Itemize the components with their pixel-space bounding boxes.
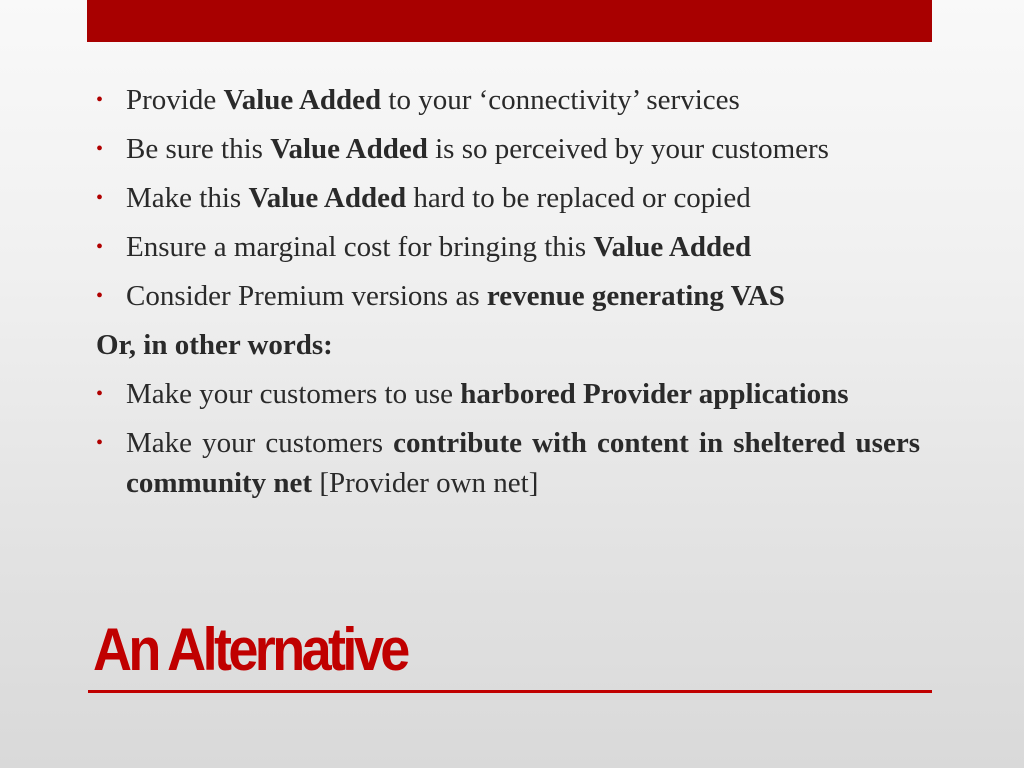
bullet-icon: •: [96, 383, 104, 405]
bold-text: Value Added: [223, 84, 382, 116]
text: Be sure this: [126, 133, 271, 165]
text: [Provider own net]: [312, 467, 539, 499]
bullet-item: • Be sure this Value Added is so perceive…: [96, 129, 920, 169]
bold-text: harbored Provider applications: [460, 378, 849, 410]
bullet-list-secondary: • Make your customers to use harbored Pro…: [96, 374, 920, 503]
bullet-icon: •: [96, 187, 104, 209]
text: Make this: [126, 182, 249, 214]
text: Make your customers: [126, 427, 394, 459]
bullet-icon: •: [96, 138, 104, 160]
subheading: Or, in other words:: [96, 329, 333, 361]
bullet-list-main: • Provide Value Added to your ‘connectivi…: [96, 80, 920, 316]
bullet-icon: •: [96, 432, 104, 454]
bullet-item: • Make your customers to use harbored Pro…: [96, 374, 920, 414]
text: is so perceived by your customers: [427, 133, 829, 165]
bullet-item: • Make your customers contribute with con…: [96, 423, 920, 503]
bold-text: Value Added: [248, 182, 407, 214]
bullet-icon: •: [96, 236, 104, 258]
bullet-item: • Make this Value Added hard to be replac…: [96, 178, 920, 218]
text: hard to be replaced or copied: [406, 182, 751, 214]
title-underline: [88, 690, 932, 693]
header-accent-bar: [87, 0, 932, 42]
bullet-item: • Provide Value Added to your ‘connectivi…: [96, 80, 920, 120]
slide-body: • Provide Value Added to your ‘connectivi…: [96, 80, 920, 512]
bullet-icon: •: [96, 285, 104, 307]
text: Consider Premium versions as: [126, 280, 487, 312]
bullet-item: • Ensure a marginal cost for bringing thi…: [96, 227, 920, 267]
text: to your ‘connectivity’ services: [381, 84, 740, 116]
bullet-icon: •: [96, 89, 104, 111]
bold-text: revenue generating VAS: [486, 280, 785, 312]
slide-title: An Alternative: [93, 616, 410, 683]
text: Ensure a marginal cost for bringing this: [126, 231, 594, 263]
bold-text: Value Added: [593, 231, 752, 263]
text: Provide: [126, 84, 224, 116]
bold-text: Value Added: [270, 133, 428, 165]
bullet-item: • Consider Premium versions as revenue ge…: [96, 276, 920, 316]
text: Make your customers to use: [126, 378, 461, 410]
